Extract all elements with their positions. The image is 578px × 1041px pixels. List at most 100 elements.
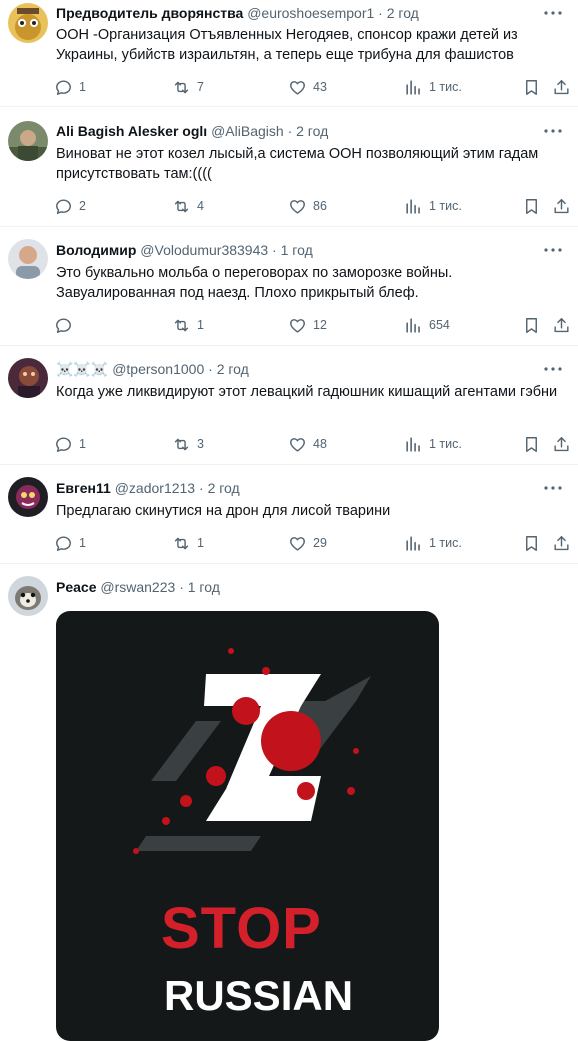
heart-icon xyxy=(288,534,307,553)
reply-icon xyxy=(54,316,73,335)
more-dots-icon[interactable] xyxy=(542,243,564,257)
separator-dot: · xyxy=(287,123,293,139)
like-count: 12 xyxy=(313,318,327,332)
reply-button[interactable] xyxy=(54,314,79,336)
tweet[interactable]: Peace @rswan223 · 1 год STOP RUSSIAN xyxy=(0,564,578,1041)
share-button[interactable] xyxy=(552,314,571,336)
reply-count: 1 xyxy=(79,536,86,550)
share-icon xyxy=(552,78,571,97)
repost-icon xyxy=(172,534,191,553)
repost-icon xyxy=(172,197,191,216)
repost-button[interactable]: 1 xyxy=(172,532,204,554)
views-chart-icon xyxy=(404,197,423,216)
author-handle[interactable]: @zador1213 xyxy=(115,480,195,496)
avatar[interactable] xyxy=(8,358,48,398)
views-chart-icon xyxy=(404,78,423,97)
bookmark-button[interactable] xyxy=(522,314,541,336)
timestamp[interactable]: 2 год xyxy=(208,480,240,496)
views-button[interactable]: 1 тис. xyxy=(404,195,462,217)
reply-button[interactable]: 1 xyxy=(54,433,86,455)
tweet-header: Евген11 @zador1213 · 2 год xyxy=(56,479,538,497)
view-count: 1 тис. xyxy=(429,437,462,451)
action-bar: 1 12 654 xyxy=(54,314,572,336)
bookmark-icon xyxy=(522,316,541,335)
action-bar: 1 7 43 1 тис. xyxy=(54,76,572,98)
avatar[interactable] xyxy=(8,121,48,161)
author-handle[interactable]: @AliBagish xyxy=(211,123,284,139)
repost-icon xyxy=(172,78,191,97)
views-button[interactable]: 1 тис. xyxy=(404,532,462,554)
repost-count: 4 xyxy=(197,199,204,213)
bookmark-button[interactable] xyxy=(522,433,541,455)
tweet[interactable]: Предводитель дворянства @euroshoesempor1… xyxy=(0,0,578,107)
author-name[interactable]: Peace xyxy=(56,579,96,595)
repost-button[interactable]: 1 xyxy=(172,314,204,336)
bookmark-icon xyxy=(522,78,541,97)
views-button[interactable]: 654 xyxy=(404,314,450,336)
like-count: 43 xyxy=(313,80,327,94)
repost-icon xyxy=(172,316,191,335)
views-button[interactable]: 1 тис. xyxy=(404,76,462,98)
views-chart-icon xyxy=(404,316,423,335)
like-button[interactable]: 48 xyxy=(288,433,327,455)
tweet-text: Виноват не этот козел лысый,а система ОО… xyxy=(56,146,539,182)
reply-button[interactable]: 2 xyxy=(54,195,86,217)
repost-button[interactable]: 4 xyxy=(172,195,204,217)
avatar[interactable] xyxy=(8,477,48,517)
views-button[interactable]: 1 тис. xyxy=(404,433,462,455)
author-handle[interactable]: @euroshoesempor1 xyxy=(247,5,374,21)
tweet[interactable]: Володимир @Volodumur383943 · 1 год Это б… xyxy=(0,227,578,346)
like-button[interactable]: 12 xyxy=(288,314,327,336)
author-handle[interactable]: @rswan223 xyxy=(100,579,175,595)
heart-icon xyxy=(288,78,307,97)
tweet-header: Ali Bagish Alesker oglı @AliBagish · 2 г… xyxy=(56,122,538,140)
like-button[interactable]: 29 xyxy=(288,532,327,554)
repost-button[interactable]: 7 xyxy=(172,76,204,98)
share-button[interactable] xyxy=(552,76,571,98)
repost-count: 1 xyxy=(197,318,204,332)
more-dots-icon[interactable] xyxy=(542,481,564,495)
view-count: 1 тис. xyxy=(429,536,462,550)
tweet-image[interactable]: STOP RUSSIAN xyxy=(56,611,439,1041)
avatar[interactable] xyxy=(8,3,48,43)
timestamp[interactable]: 1 год xyxy=(281,242,313,258)
author-name[interactable]: Предводитель дворянства xyxy=(56,5,243,21)
reply-button[interactable]: 1 xyxy=(54,76,86,98)
author-name[interactable]: ☠️☠️☠️ xyxy=(56,361,108,377)
repost-button[interactable]: 3 xyxy=(172,433,204,455)
like-count: 86 xyxy=(313,199,327,213)
tweet[interactable]: Евген11 @zador1213 · 2 год Предлагаю ски… xyxy=(0,465,578,564)
tweet-text: Предлагаю скинутися на дрон для лисой тв… xyxy=(56,503,391,519)
author-handle[interactable]: @Volodumur383943 xyxy=(140,242,268,258)
more-dots-icon[interactable] xyxy=(542,362,564,376)
author-handle[interactable]: @tperson1000 xyxy=(112,361,204,377)
timestamp[interactable]: 2 год xyxy=(387,5,419,21)
tweet-text: ООН -Организация Отъявленных Негодяев, с… xyxy=(56,27,518,63)
share-button[interactable] xyxy=(552,433,571,455)
timestamp[interactable]: 2 год xyxy=(217,361,249,377)
separator-dot: · xyxy=(199,480,204,496)
bookmark-button[interactable] xyxy=(522,76,541,98)
author-name[interactable]: Володимир xyxy=(56,242,136,258)
like-button[interactable]: 43 xyxy=(288,76,327,98)
tweet[interactable]: Ali Bagish Alesker oglı @AliBagish · 2 г… xyxy=(0,107,578,227)
timestamp[interactable]: 1 год xyxy=(188,579,220,595)
reply-button[interactable]: 1 xyxy=(54,532,86,554)
share-button[interactable] xyxy=(552,195,571,217)
repost-count: 7 xyxy=(197,80,204,94)
more-dots-icon[interactable] xyxy=(542,6,564,20)
author-name[interactable]: Евген11 xyxy=(56,480,111,496)
like-button[interactable]: 86 xyxy=(288,195,327,217)
timestamp[interactable]: 2 год xyxy=(296,123,328,139)
avatar[interactable] xyxy=(8,239,48,279)
bookmark-button[interactable] xyxy=(522,195,541,217)
view-count: 1 тис. xyxy=(429,80,462,94)
share-button[interactable] xyxy=(552,532,571,554)
tweet[interactable]: ☠️☠️☠️ @tperson1000 · 2 год Когда уже ли… xyxy=(0,346,578,465)
avatar[interactable] xyxy=(8,576,48,616)
bookmark-button[interactable] xyxy=(522,532,541,554)
author-name[interactable]: Ali Bagish Alesker oglı xyxy=(56,123,207,139)
more-dots-icon[interactable] xyxy=(542,124,564,138)
reply-icon xyxy=(54,534,73,553)
tweet-header: Peace @rswan223 · 1 год xyxy=(56,578,538,596)
